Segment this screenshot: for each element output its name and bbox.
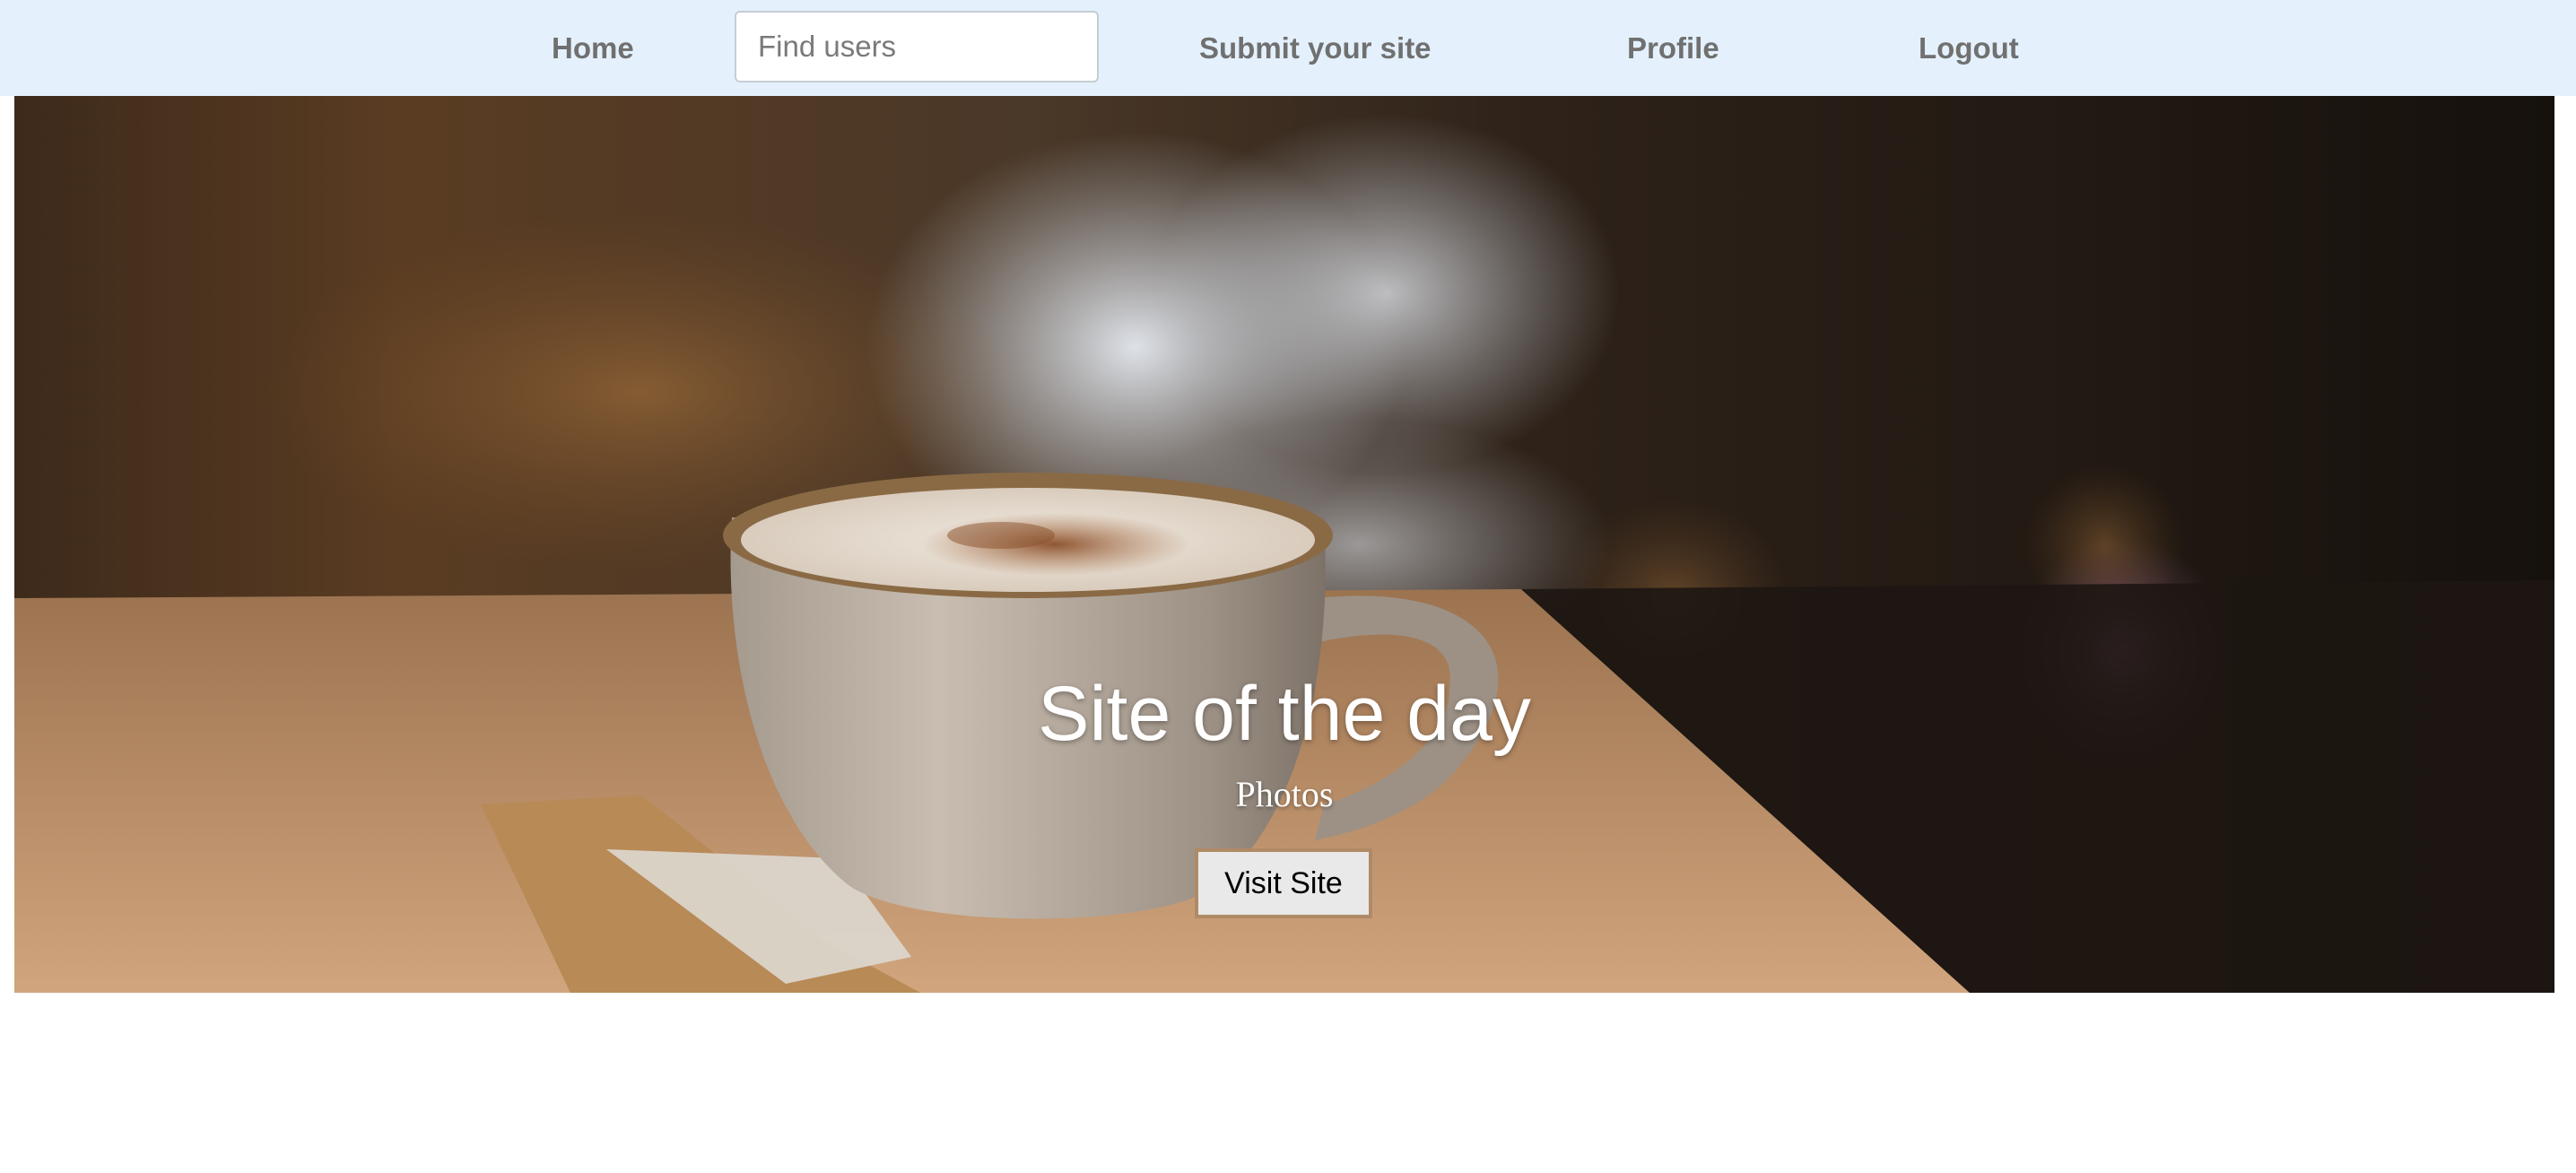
top-navbar: Home Submit your site Profile Logout (0, 0, 2576, 96)
nav-logout-link[interactable]: Logout (1919, 0, 2019, 96)
hero-subtitle: Photos (1235, 774, 1334, 814)
nav-home-link[interactable]: Home (552, 0, 634, 96)
find-users-search-input[interactable] (735, 11, 1099, 83)
nav-submit-site-link[interactable]: Submit your site (1199, 0, 1432, 96)
visit-site-button[interactable]: Visit Site (1195, 848, 1372, 918)
nav-profile-link[interactable]: Profile (1627, 0, 1719, 96)
site-of-the-day-hero: Site of the day Photos Visit Site (14, 96, 2554, 993)
hero-title: Site of the day (1038, 671, 1531, 757)
